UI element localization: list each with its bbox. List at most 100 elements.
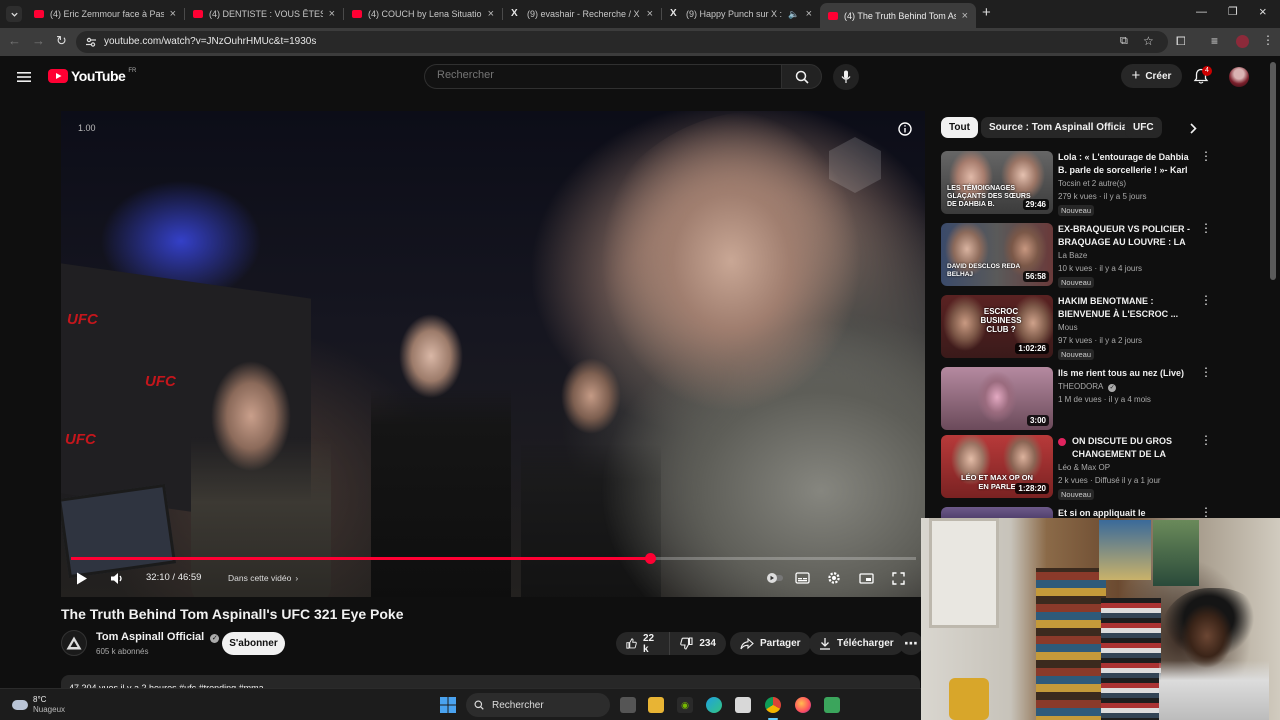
channel-name[interactable]: THEODORA ✓ [1058,382,1117,392]
new-tab-button[interactable]: + [982,4,991,21]
recommendation-item[interactable]: ESCROC BUSINESS CLUB ? 1:02:26 HAKIM BEN… [941,294,1212,361]
video-thumbnail[interactable]: LES TÉMOIGNAGES GLAÇANTS DES SŒURS DE DA… [941,151,1053,214]
video-thumbnail[interactable]: LÉO ET MAX OP ON EN PARLE 1:28:20 [941,435,1053,498]
recommendation-item[interactable]: 3:00 Ils me rient tous au nez (Live) THE… [941,366,1212,433]
close-icon[interactable]: × [806,8,812,20]
close-icon[interactable]: × [488,8,494,20]
more-actions-button[interactable]: ⋯ [899,632,923,655]
discord-like-app-icon[interactable] [824,697,840,713]
video-player[interactable]: UFC UFC UFC 1.00 32:10 / 46:59 Dans cett… [61,111,925,597]
volume-button[interactable] [107,569,127,587]
close-icon[interactable]: × [647,8,653,20]
search-input[interactable] [437,69,757,81]
dislike-button[interactable]: 234 [670,632,726,655]
edge-icon[interactable] [706,697,722,713]
autoplay-toggle[interactable] [765,570,785,586]
channel-avatar[interactable] [61,630,87,656]
close-icon[interactable]: × [329,8,335,20]
taskbar-search[interactable]: Rechercher [466,693,610,717]
forward-button[interactable]: → [32,33,45,48]
fullscreen-button[interactable] [889,570,907,586]
weather-widget[interactable]: 8°C Nuageux [12,695,65,715]
youtube-logo[interactable]: YouTube FR [48,68,136,84]
account-avatar[interactable] [1229,67,1249,87]
video-thumbnail[interactable]: ESCROC BUSINESS CLUB ? 1:02:26 [941,295,1053,358]
recommendation-item[interactable]: LES TÉMOIGNAGES GLAÇANTS DES SŒURS DE DA… [941,150,1212,217]
chip-all[interactable]: Tout [941,117,978,138]
recommendation-item[interactable]: DAVID DESCLOS REDA BELHAJ 56:58 EX-BRAQU… [941,222,1212,289]
address-bar[interactable]: youtube.com/watch?v=JNzOuhrHMUc&t=1930s … [76,31,1168,53]
create-button[interactable]: + Créer [1121,64,1182,88]
voice-search-button[interactable] [833,64,859,90]
task-view-icon[interactable] [620,697,636,713]
chip-ufc[interactable]: UFC [1125,117,1162,138]
video-title[interactable]: HAKIM BENOTMANE : BIENVENUE À L'ESCROC .… [1058,295,1194,321]
play-button[interactable] [73,569,91,587]
video-title[interactable]: Ils me rient tous au nez (Live) [1058,367,1194,380]
browser-tab-2[interactable]: (4) DENTISTE : VOUS ÊTES SALI × [185,3,343,25]
back-button[interactable]: ← [8,33,21,48]
video-title[interactable]: ON DISCUTE DU GROS CHANGEMENT DE LA CHAI… [1058,435,1194,461]
channel-name[interactable]: Tocsin et 2 autre(s) [1058,179,1126,188]
channel-name[interactable]: Léo & Max OP [1058,463,1110,472]
video-thumbnail[interactable]: 3:00 [941,367,1053,430]
notifications-button[interactable]: 4 [1193,66,1212,90]
more-vertical-icon[interactable]: ⋮ [1200,294,1212,306]
profile-avatar[interactable] [1236,35,1249,48]
reload-button[interactable]: ↻ [56,33,67,49]
download-button[interactable]: Télécharger [809,632,904,655]
share-button[interactable]: Partager [730,632,811,655]
progress-scrubber[interactable] [644,553,656,564]
more-vertical-icon[interactable]: ⋮ [1200,222,1212,234]
more-vertical-icon[interactable]: ⋮ [1200,506,1212,518]
browser-tab-3[interactable]: (4) COUCH by Lena Situations × [344,3,502,25]
progress-bar[interactable] [71,553,916,564]
search-icon [474,700,484,710]
reading-list-icon[interactable]: ≡ [1211,34,1218,48]
more-vertical-icon[interactable]: ⋮ [1200,150,1212,162]
nvidia-icon[interactable]: ◉ [677,697,693,713]
close-icon[interactable]: × [962,10,968,22]
page-scrollbar[interactable] [1270,62,1276,280]
maximize-button[interactable]: ❐ [1228,5,1238,18]
site-info-icon[interactable] [85,36,97,48]
channel-name[interactable]: Tom Aspinall Official ✓ [96,631,220,643]
like-button[interactable]: 22 k [616,632,671,655]
video-title[interactable]: EX-BRAQUEUR VS POLICIER - BRAQUAGE AU LO… [1058,223,1194,249]
chrome-icon[interactable] [765,697,781,713]
close-icon[interactable]: × [170,8,176,20]
settings-button[interactable] [825,569,843,587]
extensions-icon[interactable]: ⧠ [1176,34,1186,49]
close-window-button[interactable]: × [1259,4,1267,19]
more-vertical-icon[interactable]: ⋮ [1200,366,1212,378]
browser-tab-4[interactable]: X (9) evashair - Recherche / X × [503,3,661,25]
minimize-button[interactable]: — [1196,6,1207,18]
browser-tab-5[interactable]: X (9) Happy Punch sur X : " 🔈 × [662,3,820,25]
install-app-icon[interactable]: ⧉ [1120,35,1128,48]
search-box[interactable] [424,64,781,89]
search-button[interactable] [781,64,822,89]
microsoft-store-icon[interactable] [735,697,751,713]
info-button[interactable] [898,122,912,141]
subtitles-button[interactable] [793,570,811,586]
channel-name[interactable]: Mous [1058,323,1078,332]
tab-search-button[interactable] [6,6,22,22]
subscribe-button[interactable]: S'abonner [222,632,285,655]
video-title[interactable]: Lola : « L'entourage de Dahbia B. parle … [1058,151,1194,177]
more-vertical-icon[interactable]: ⋮ [1200,434,1212,446]
video-thumbnail[interactable]: DAVID DESCLOS REDA BELHAJ 56:58 [941,223,1053,286]
channel-name[interactable]: La Baze [1058,251,1087,260]
theater-mode-button[interactable] [857,570,875,586]
browser-menu-icon[interactable]: ⋮ [1262,33,1274,47]
bookmark-star-icon[interactable]: ☆ [1143,34,1154,48]
chips-next-button[interactable] [1184,119,1202,137]
browser-tab-1[interactable]: (4) Eric Zemmour face à Pascal × [26,3,184,25]
browser-tab-6[interactable]: (4) The Truth Behind Tom Aspin × [820,3,976,28]
start-button[interactable] [440,697,456,718]
recommendation-item[interactable]: LÉO ET MAX OP ON EN PARLE 1:28:20 ON DIS… [941,434,1212,501]
file-explorer-icon[interactable] [648,697,664,713]
chapter-button[interactable]: Dans cette vidéo › [228,573,298,583]
firefox-icon[interactable] [795,697,811,713]
menu-icon[interactable] [17,70,31,88]
chip-source[interactable]: Source : Tom Aspinall Official [981,117,1139,138]
